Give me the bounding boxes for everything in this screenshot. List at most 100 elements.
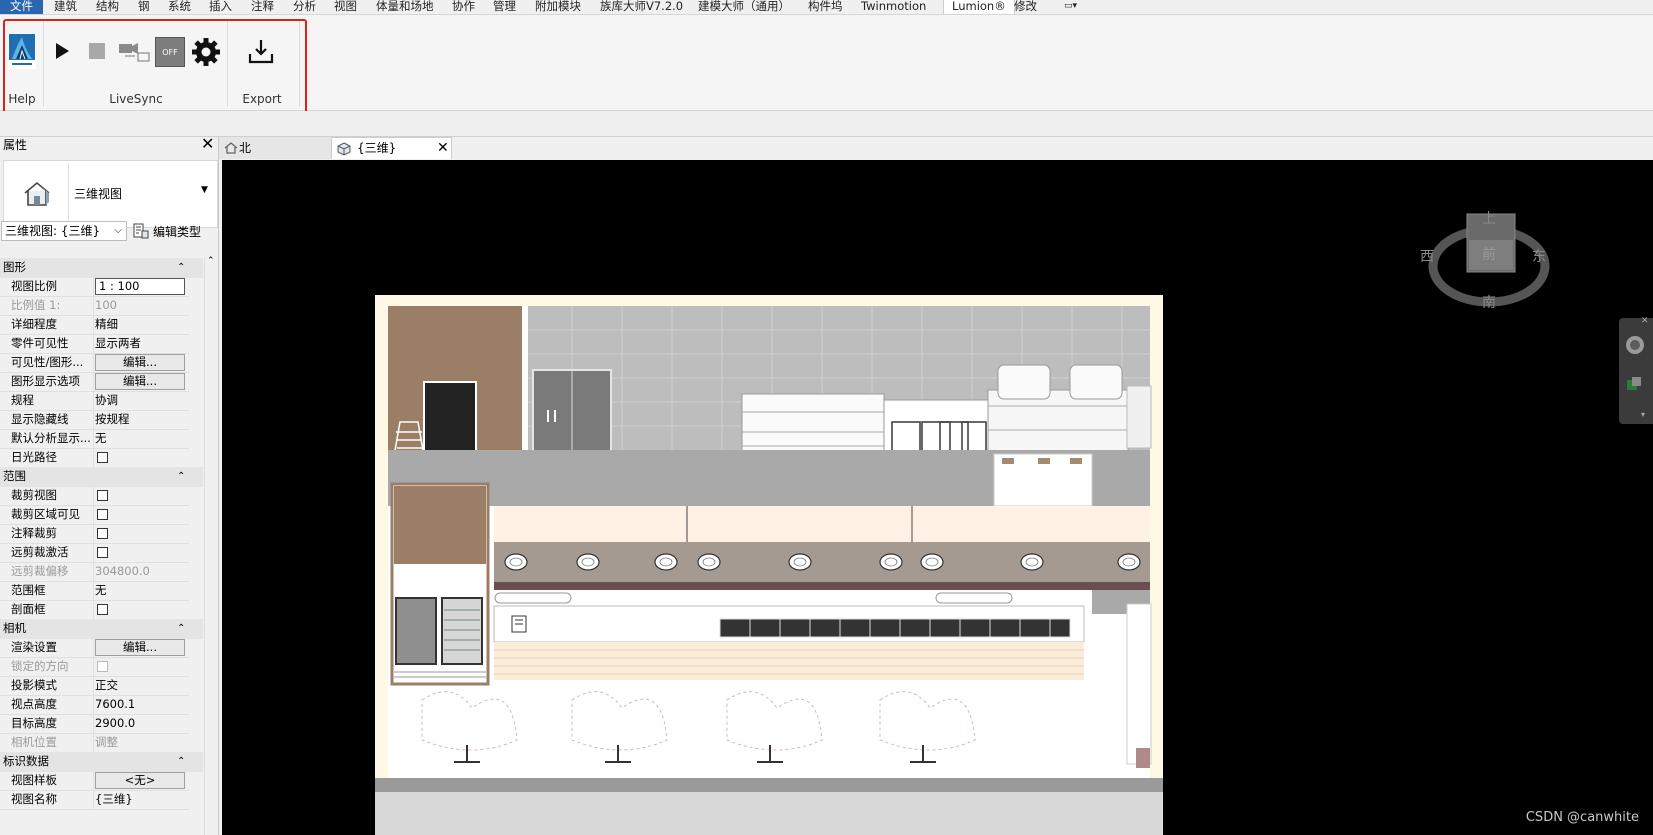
menu-item[interactable]: 视图 [334, 0, 357, 14]
view-cube[interactable]: 上 前 西 东 南 [1417, 200, 1557, 320]
property-name: 日光路径 [11, 450, 57, 464]
instance-filter-combo[interactable]: 三维视图: {三维} ⌵ [1, 221, 127, 241]
value-input[interactable]: 1 : 100 [95, 278, 185, 295]
edit-button[interactable]: 编辑... [95, 354, 185, 371]
close-tab-icon[interactable]: ✕ [437, 137, 449, 159]
menu-item[interactable]: 插入 [209, 0, 232, 14]
checkbox[interactable] [97, 528, 108, 539]
cell-divider [93, 334, 94, 354]
property-value[interactable]: 无 [95, 581, 187, 600]
collapse-icon[interactable]: ⌃ [177, 752, 185, 771]
property-name: 范围框 [11, 583, 46, 597]
property-group-header[interactable]: 标识数据 ⌃ [0, 752, 203, 772]
properties-header: 属性 ✕ [0, 134, 218, 158]
menu-item[interactable]: 族库大师V7.2.0 [600, 0, 683, 14]
type-selector[interactable]: 三维视图 ▼ [3, 160, 218, 228]
property-row: 剖面框 [0, 600, 203, 620]
checkbox[interactable] [97, 604, 108, 615]
property-value[interactable] [95, 524, 187, 543]
menu-item[interactable]: Twinmotion [861, 0, 926, 14]
navigation-bar[interactable]: ✕ ▾ [1619, 316, 1653, 424]
property-value[interactable]: 2900.0 [95, 714, 187, 733]
menu-item[interactable]: 构件坞 [808, 0, 843, 14]
menu-item[interactable]: 系统 [168, 0, 191, 14]
property-value[interactable] [95, 486, 187, 505]
property-row: 投影模式 正交 [0, 676, 203, 696]
menu-item[interactable]: 注释 [251, 0, 274, 14]
menu-item[interactable]: 管理 [493, 0, 516, 14]
zoom-region-icon[interactable] [1626, 376, 1644, 392]
tab-3d[interactable]: {三维} ✕ [331, 137, 452, 159]
property-value[interactable] [95, 448, 187, 467]
menu-item[interactable]: 体量和场地 [376, 0, 434, 14]
property-value[interactable]: 按规程 [95, 410, 187, 429]
property-group-header[interactable]: 相机 ⌃ [0, 619, 203, 639]
edit-button[interactable]: 编辑... [95, 639, 185, 656]
collapse-icon[interactable]: ⌃ [177, 619, 185, 638]
menu-item[interactable]: 修改 [1014, 0, 1037, 14]
menu-item[interactable]: 协作 [452, 0, 475, 14]
menu-item[interactable]: 分析 [293, 0, 316, 14]
nav-bar-menu-icon[interactable]: ▾ [1641, 410, 1645, 419]
property-value[interactable] [95, 600, 187, 619]
checkbox[interactable] [97, 490, 108, 501]
property-value[interactable]: 1 : 100 [95, 277, 187, 296]
cell-divider [93, 315, 94, 335]
property-value[interactable] [95, 543, 187, 562]
checkbox[interactable] [97, 509, 108, 520]
tab-north[interactable]: 北 [219, 137, 333, 159]
property-group-header[interactable]: 图形 ⌃ [0, 258, 203, 278]
property-value[interactable]: 显示两者 [95, 334, 187, 353]
collapse-icon[interactable]: ⌃ [177, 258, 185, 277]
scroll-up-icon[interactable]: ⌃ [207, 256, 215, 266]
property-row: 比例值 1: 100 [0, 296, 203, 316]
menu-item[interactable]: Lumion® [943, 0, 1015, 14]
property-value[interactable]: 正交 [95, 676, 187, 695]
value-text: 无 [95, 431, 107, 445]
property-value[interactable]: {三维} [95, 790, 187, 809]
property-row: 视图比例 1 : 100 [0, 277, 203, 297]
menu-item[interactable]: 建模大师（通用） [698, 0, 790, 14]
steering-wheel-icon[interactable] [1624, 334, 1646, 356]
type-name: 三维视图 [74, 187, 123, 201]
edit-button[interactable]: 编辑... [95, 373, 185, 390]
property-scrollbar[interactable]: ⌃ [204, 256, 217, 835]
property-value[interactable]: 无 [95, 429, 187, 448]
property-value[interactable]: 编辑... [95, 372, 187, 391]
viewcube-west-label: 西 [1420, 249, 1434, 265]
cell-divider [93, 448, 94, 468]
property-value[interactable]: 编辑... [95, 638, 187, 657]
property-value[interactable]: 编辑... [95, 353, 187, 372]
checkbox[interactable] [97, 452, 108, 463]
property-value[interactable]: 协调 [95, 391, 187, 410]
cell-divider [93, 695, 94, 715]
menu-item[interactable]: 建筑 [54, 0, 77, 14]
collapse-icon[interactable]: ⌃ [177, 467, 185, 486]
menu-item[interactable]: 文件 [0, 0, 43, 14]
edit-type-label: 编辑类型 [153, 225, 202, 239]
property-name: 视图比例 [11, 279, 57, 293]
close-icon[interactable]: ✕ [1641, 316, 1649, 326]
edit-type-button[interactable]: 编辑类型 [133, 221, 203, 241]
viewcube-top-label: 上 [1482, 211, 1496, 227]
menu-item[interactable]: 结构 [96, 0, 119, 14]
cell-divider [93, 638, 94, 658]
edit-button[interactable]: <无> [95, 772, 185, 789]
3d-viewport[interactable]: 上 前 西 东 南 ✕ ▾ CSDN @canwhite [222, 160, 1653, 835]
property-value[interactable]: 精细 [95, 315, 187, 334]
property-group-header[interactable]: 范围 ⌃ [0, 467, 203, 487]
value-text: 正交 [95, 678, 118, 692]
checkbox[interactable] [97, 547, 108, 558]
property-value[interactable]: <无> [95, 771, 187, 790]
property-row: 规程 协调 [0, 391, 203, 411]
tab-label: {三维} [357, 141, 397, 155]
menu-item[interactable]: 附加模块 [535, 0, 581, 14]
value-text: {三维} [95, 792, 133, 806]
property-name: 锁定的方向 [11, 659, 69, 673]
property-value[interactable] [95, 505, 187, 524]
menu-item[interactable]: 钢 [138, 0, 150, 14]
panel-dropdown-icon[interactable]: ▭▾ [1064, 0, 1077, 14]
instance-combo-value: 三维视图: {三维} [5, 224, 101, 238]
property-value[interactable]: 7600.1 [95, 695, 187, 714]
close-icon[interactable]: ✕ [201, 134, 214, 153]
